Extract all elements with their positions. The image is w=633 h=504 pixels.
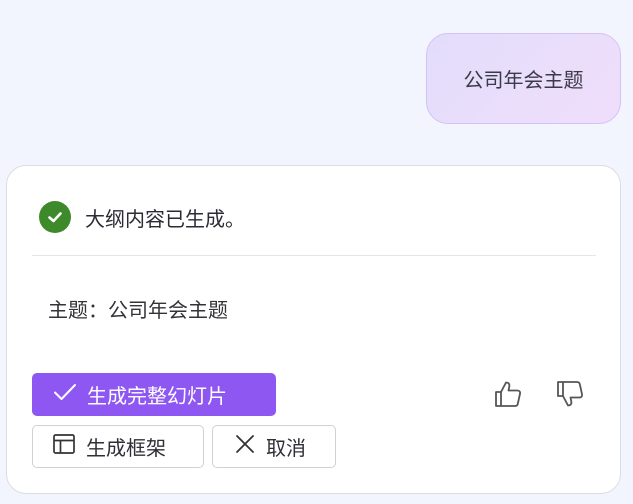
topic-line: 主题：公司年会主题 [48, 298, 228, 322]
thumbs-down-icon[interactable] [553, 377, 587, 411]
cancel-button[interactable]: 取消 [212, 425, 336, 468]
layout-icon [52, 433, 76, 460]
thumbs-up-icon[interactable] [491, 377, 525, 411]
generate-framework-button[interactable]: 生成框架 [32, 425, 204, 468]
generate-full-slides-button[interactable]: 生成完整幻灯片 [32, 373, 276, 416]
assistant-response-card: 大纲内容已生成。 主题：公司年会主题 生成完整幻灯片 生成框架 取消 [6, 165, 621, 494]
user-message-text: 公司年会主题 [463, 68, 584, 92]
divider [32, 255, 596, 256]
checkmark-icon [53, 382, 77, 407]
chat-area: 公司年会主题 大纲内容已生成。 主题：公司年会主题 生成完整幻灯片 生成框架 取… [0, 0, 633, 504]
status-row: 大纲内容已生成。 [39, 201, 245, 233]
cancel-label: 取消 [266, 436, 306, 460]
generate-full-slides-label: 生成完整幻灯片 [87, 384, 227, 408]
check-circle-icon [39, 201, 71, 233]
generate-framework-label: 生成框架 [86, 436, 166, 460]
close-icon [234, 433, 256, 460]
status-text: 大纲内容已生成。 [85, 206, 245, 231]
user-message-bubble: 公司年会主题 [426, 33, 621, 124]
